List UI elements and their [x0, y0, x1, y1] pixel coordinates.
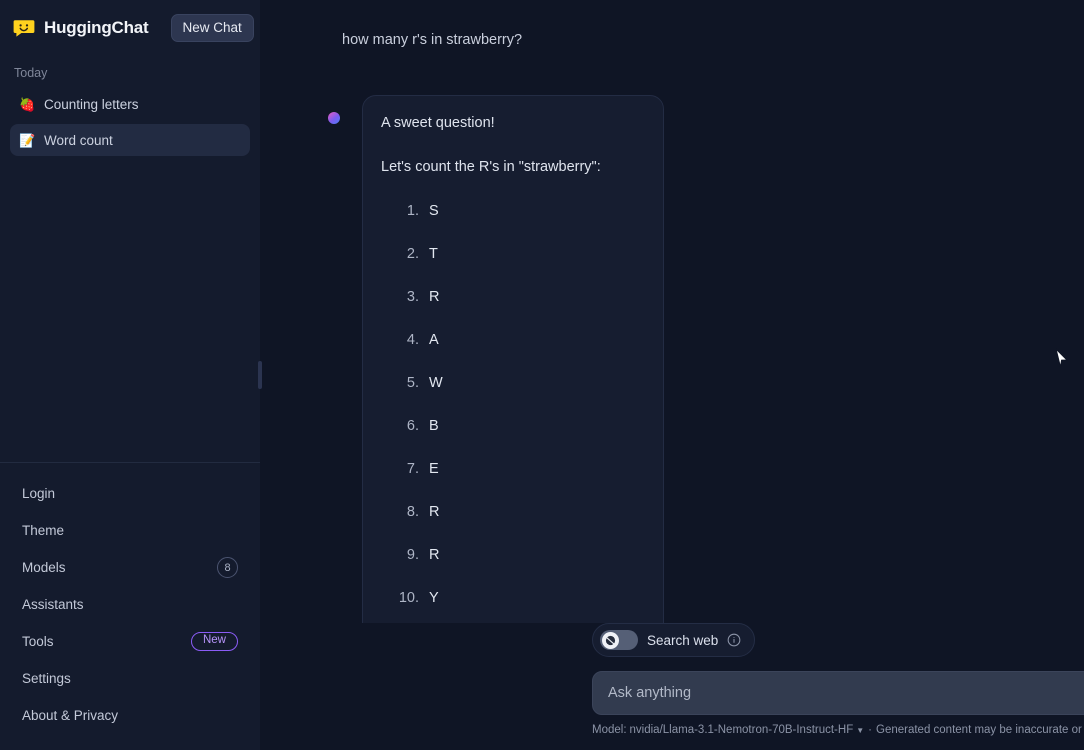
strawberry-emoji-icon: 🍓	[19, 96, 36, 112]
list-item: A	[423, 330, 641, 351]
conversation-item-counting-letters[interactable]: 🍓 Counting letters	[10, 88, 250, 120]
list-item: Y	[423, 588, 641, 609]
footer-left: Model: nvidia/Llama-3.1-Nemotron-70B-Ins…	[592, 724, 1084, 736]
sidebar-item-label: Login	[22, 486, 56, 501]
sidebar-nav: Login Theme Models 8 Assistants Tools Ne…	[0, 467, 260, 750]
chat-scroll-area[interactable]: how many r's in strawberry? A sweet ques…	[260, 0, 1084, 623]
list-item: B	[423, 416, 641, 437]
assistant-instruction: Let's count the R's in "strawberry":	[381, 159, 601, 176]
speech-bubble-smiley-icon	[12, 16, 36, 40]
list-item: S	[423, 201, 641, 222]
user-message: how many r's in strawberry?	[342, 32, 523, 48]
sidebar: HuggingChat New Chat Today 🍓 Counting le…	[0, 0, 262, 750]
assistant-message: A sweet question! Let's count the R's in…	[260, 48, 1084, 623]
list-item: R	[423, 545, 641, 566]
sidebar-item-theme[interactable]: Theme	[0, 512, 260, 549]
conversation-item-label: Counting letters	[44, 96, 139, 112]
conversation-list[interactable]: Today 🍓 Counting letters 📝 Word count	[0, 56, 260, 462]
sidebar-item-label: Models	[22, 560, 66, 575]
composer-inner: Search web Ask anything Model: nvidia/Ll…	[592, 623, 1084, 736]
sidebar-header: HuggingChat New Chat	[0, 0, 260, 56]
sidebar-item-label: Assistants	[22, 597, 84, 612]
composer-footer: Model: nvidia/Llama-3.1-Nemotron-70B-Ins…	[592, 715, 1084, 736]
chat-main: how many r's in strawberry? A sweet ques…	[260, 0, 1084, 750]
assistant-avatar	[328, 112, 340, 124]
assistant-message-bubble: A sweet question! Let's count the R's in…	[362, 95, 664, 623]
conversation-item-word-count[interactable]: 📝 Word count	[10, 124, 250, 156]
chat-input[interactable]: Ask anything	[608, 685, 1084, 701]
globe-off-icon	[605, 635, 616, 645]
letters-list: S T R A W B E R R Y	[381, 201, 641, 609]
sidebar-divider	[0, 462, 260, 463]
new-chat-button[interactable]: New Chat	[170, 14, 254, 42]
sidebar-item-label: Tools	[22, 634, 54, 649]
list-item: R	[423, 502, 641, 523]
model-name-label: nvidia/Llama-3.1-Nemotron-70B-Instruct-H…	[629, 724, 854, 736]
sidebar-item-about-privacy[interactable]: About & Privacy	[0, 697, 260, 734]
model-prefix-label: Model:	[592, 724, 627, 736]
list-item: E	[423, 459, 641, 480]
sidebar-item-models[interactable]: Models 8	[0, 549, 260, 586]
list-item: W	[423, 373, 641, 394]
models-count-badge: 8	[217, 557, 238, 578]
disclaimer-text: Generated content may be inaccurate or f…	[876, 724, 1084, 736]
search-web-toggle[interactable]: Search web	[592, 623, 756, 657]
composer: Search web Ask anything Model: nvidia/Ll…	[260, 623, 1084, 750]
sidebar-item-assistants[interactable]: Assistants	[0, 586, 260, 623]
search-web-label: Search web	[647, 632, 719, 648]
sidebar-resize-handle[interactable]	[250, 0, 270, 750]
info-circle-icon[interactable]	[727, 633, 741, 647]
sidebar-item-label: Theme	[22, 523, 65, 538]
chevron-down-icon: ▼	[856, 725, 865, 735]
sidebar-item-settings[interactable]: Settings	[0, 660, 260, 697]
memo-emoji-icon: 📝	[19, 132, 36, 148]
assistant-intro: A sweet question!	[381, 115, 495, 131]
sidebar-item-label: Settings	[22, 671, 71, 686]
conversation-item-label: Word count	[44, 132, 113, 148]
tools-new-badge: New	[190, 632, 238, 651]
toggle-track[interactable]	[600, 630, 638, 650]
huggingchat-app: HuggingChat New Chat Today 🍓 Counting le…	[0, 0, 1084, 750]
sidebar-item-tools[interactable]: Tools New	[0, 623, 260, 660]
resize-grip-icon	[258, 361, 262, 389]
section-label-today: Today	[14, 66, 48, 80]
brand-title: HuggingChat	[44, 18, 149, 37]
list-item: T	[423, 244, 641, 265]
list-item: R	[423, 287, 641, 308]
sidebar-item-login[interactable]: Login	[0, 475, 260, 512]
websearch-row: Search web	[592, 623, 1084, 657]
footer-separator: ·	[868, 724, 872, 736]
model-selector[interactable]: Model: nvidia/Llama-3.1-Nemotron-70B-Ins…	[592, 724, 864, 736]
toggle-knob	[602, 631, 619, 649]
chat-input-box[interactable]: Ask anything	[592, 671, 1084, 715]
sidebar-item-label: About & Privacy	[22, 708, 119, 723]
